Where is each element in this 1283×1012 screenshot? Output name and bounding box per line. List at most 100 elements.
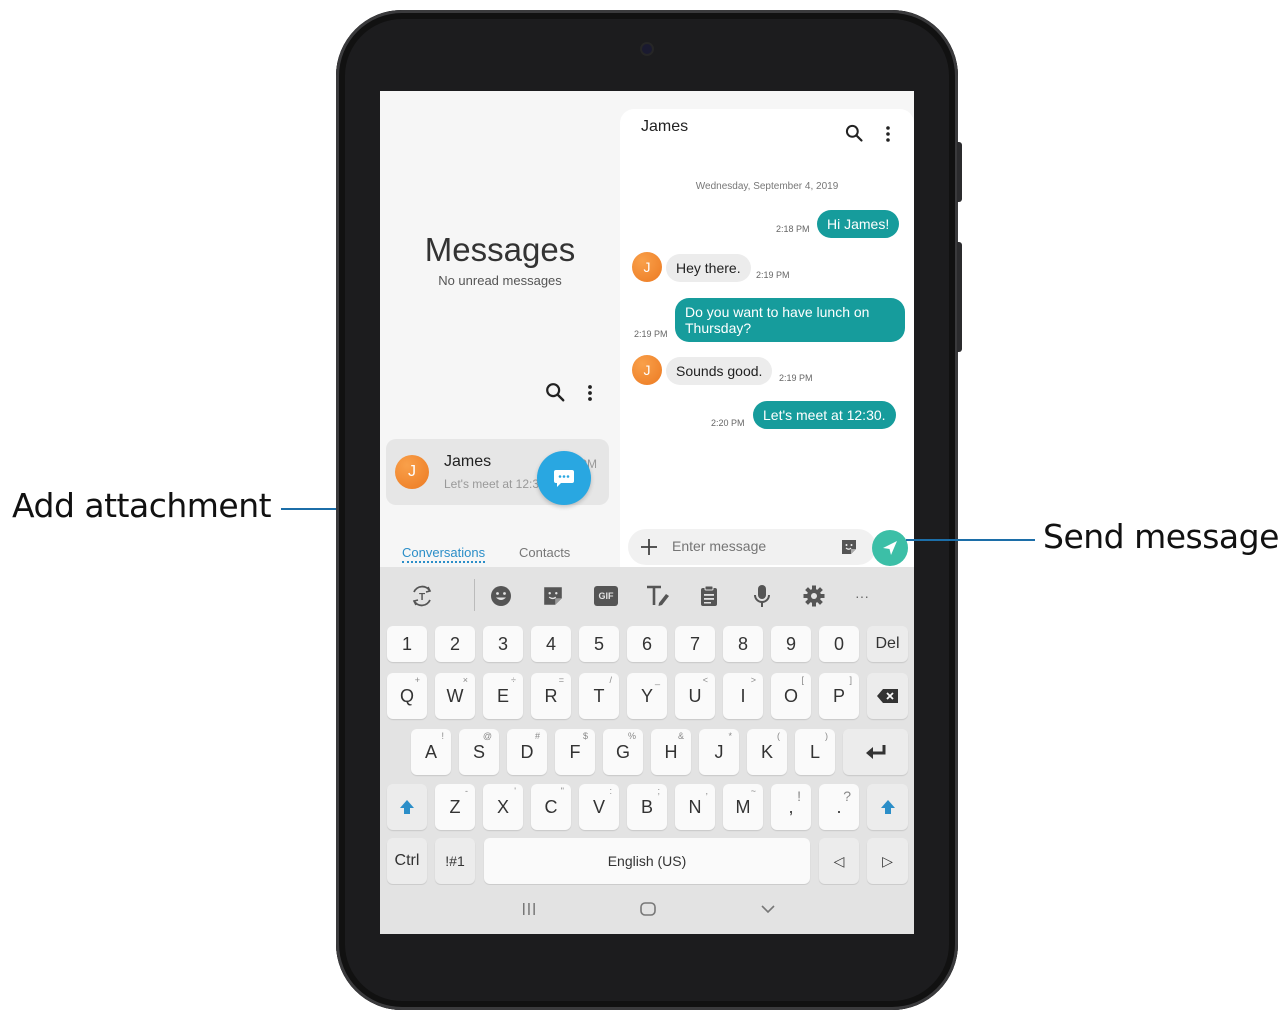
more-icon[interactable]: ··· [851, 585, 873, 607]
cursor-left-key[interactable]: ◁ [819, 838, 859, 884]
navigation-bar [380, 885, 914, 934]
key-3[interactable]: 3 [483, 626, 523, 662]
message-composer [628, 529, 876, 565]
mic-icon[interactable] [751, 585, 773, 607]
key-label: K [760, 741, 773, 762]
send-button[interactable] [872, 530, 908, 566]
key-hint: ( [777, 731, 780, 741]
key-t[interactable]: T / [579, 673, 619, 719]
gif-icon[interactable]: GIF [594, 585, 618, 607]
ctrl-key[interactable]: Ctrl [387, 838, 427, 884]
key-1[interactable]: 1 [387, 626, 427, 662]
add-attachment-icon[interactable] [640, 538, 658, 556]
tab-contacts[interactable]: Contacts [519, 545, 570, 560]
avatar: J [632, 355, 662, 385]
message-bubble-incoming[interactable]: Hey there. [666, 254, 751, 282]
emoji-icon[interactable] [490, 585, 512, 607]
message-bubble-incoming[interactable]: Sounds good. [666, 357, 773, 385]
key-f[interactable]: F $ [555, 729, 595, 775]
key-k[interactable]: K( [747, 729, 787, 775]
key-b[interactable]: B; [627, 784, 667, 830]
key-7[interactable]: 7 [675, 626, 715, 662]
svg-text:T: T [419, 592, 425, 603]
key-4[interactable]: 4 [531, 626, 571, 662]
message-bubble-outgoing[interactable]: Let's meet at 12:30. [753, 401, 896, 429]
key-l[interactable]: L) [795, 729, 835, 775]
key-i[interactable]: I > [723, 673, 763, 719]
key-label: T [593, 685, 605, 706]
key-g[interactable]: G% [603, 729, 643, 775]
shift-key[interactable] [387, 784, 427, 830]
shift-key-right[interactable] [867, 784, 908, 830]
volume-button [957, 242, 962, 352]
front-camera [642, 44, 652, 54]
key-p[interactable]: P] [819, 673, 859, 719]
key-s[interactable]: S @ [459, 729, 499, 775]
key-label: F [569, 741, 581, 762]
key-v[interactable]: V: [579, 784, 619, 830]
key-q[interactable]: Q + [387, 673, 427, 719]
conversation-name: James [444, 453, 492, 470]
key-2[interactable]: 2 [435, 626, 475, 662]
message-bubble-outgoing[interactable]: Do you want to have lunch on Thursday? [675, 298, 905, 342]
compose-button[interactable] [537, 451, 591, 505]
key-label: P [832, 685, 845, 706]
tab-conversations[interactable]: Conversations [402, 545, 486, 563]
send-message-callout-line [906, 539, 1035, 541]
key-y[interactable]: Y _ [627, 673, 667, 719]
back-button[interactable] [756, 899, 780, 919]
key-o[interactable]: O[ [771, 673, 811, 719]
key-z[interactable]: Z- [435, 784, 475, 830]
key-a[interactable]: A! [411, 729, 451, 775]
key-comma[interactable]: ,! [771, 784, 811, 830]
key-x[interactable]: X ' [483, 784, 523, 830]
home-button[interactable] [636, 899, 660, 919]
search-icon[interactable] [544, 381, 566, 403]
text-style-icon[interactable] [645, 585, 671, 607]
space-key[interactable]: English (US) [484, 838, 810, 884]
key-d[interactable]: D # [507, 729, 547, 775]
screen: Messages No unread messages J James Let'… [380, 91, 914, 934]
key-hint: " [560, 786, 564, 796]
key-hint: ] [849, 675, 852, 685]
key-period[interactable]: .? [819, 784, 859, 830]
key-label: Q [399, 685, 414, 706]
key-j[interactable]: J * [699, 729, 739, 775]
symbols-key[interactable]: !#1 [435, 838, 475, 884]
key-r[interactable]: R = [531, 673, 571, 719]
sticker-icon[interactable] [542, 585, 564, 607]
key-m[interactable]: M ~ [723, 784, 763, 830]
key-n[interactable]: N, [675, 784, 715, 830]
key-hint: , [705, 786, 708, 796]
unread-status: No unread messages [438, 273, 562, 288]
more-options-icon[interactable] [582, 383, 598, 403]
key-8[interactable]: 8 [723, 626, 763, 662]
translate-icon[interactable]: T [409, 585, 435, 607]
key-9[interactable]: 9 [771, 626, 811, 662]
key-label: V [592, 796, 605, 817]
key-5[interactable]: 5 [579, 626, 619, 662]
key-6[interactable]: 6 [627, 626, 667, 662]
message-bubble-outgoing[interactable]: Hi James! [817, 210, 900, 238]
recents-button[interactable] [517, 899, 541, 919]
message-input[interactable] [672, 538, 822, 554]
clipboard-icon[interactable] [698, 585, 720, 607]
message-text-line: Do you want to have lunch on [685, 304, 870, 320]
del-key[interactable]: Del [867, 626, 908, 662]
search-icon[interactable] [844, 123, 864, 143]
cursor-right-key[interactable]: ▷ [867, 838, 908, 884]
key-label: H [664, 741, 678, 762]
more-options-icon[interactable] [881, 124, 895, 144]
key-u[interactable]: U < [675, 673, 715, 719]
send-icon [883, 541, 897, 555]
key-w[interactable]: W × [435, 673, 475, 719]
key-h[interactable]: H & [651, 729, 691, 775]
key-c[interactable]: C " [531, 784, 571, 830]
sticker-icon[interactable] [839, 537, 859, 557]
key-0[interactable]: 0 [819, 626, 859, 662]
recents-icon [523, 903, 535, 915]
key-e[interactable]: E ÷ [483, 673, 523, 719]
enter-key[interactable] [843, 729, 908, 775]
settings-icon[interactable] [803, 585, 825, 607]
backspace-key[interactable] [867, 673, 908, 719]
